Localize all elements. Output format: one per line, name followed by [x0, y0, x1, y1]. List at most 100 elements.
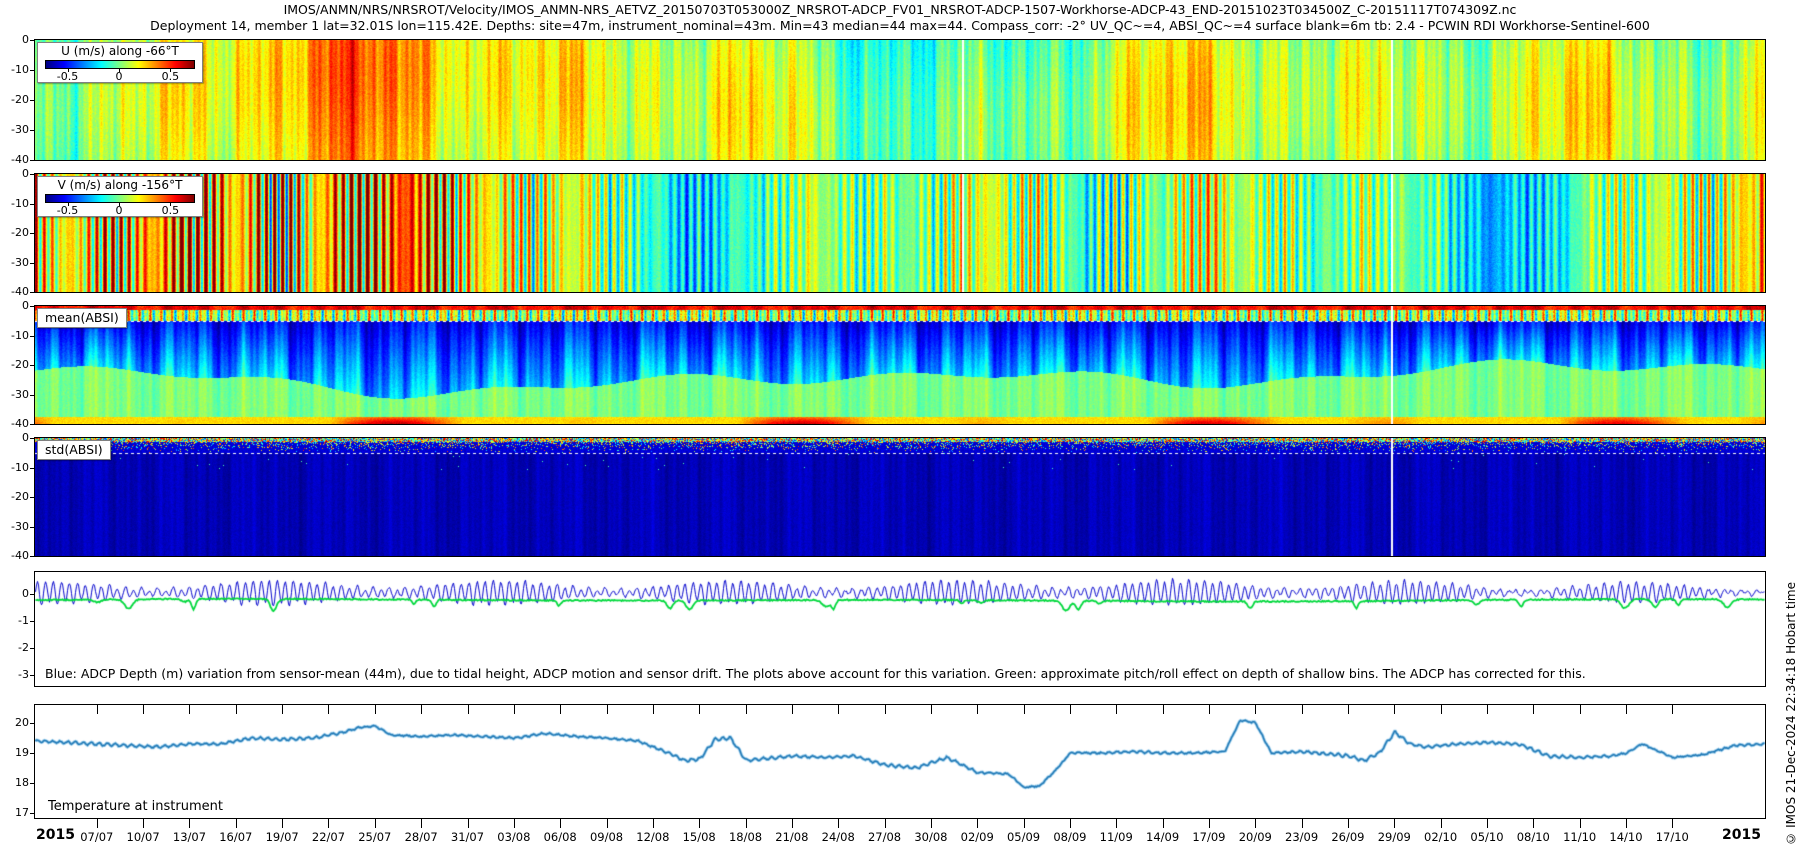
- x-tick-mark-top-inside: [931, 705, 932, 714]
- x-tick-label: 05/10: [1470, 830, 1503, 844]
- x-tick-mark-top-inside: [1672, 705, 1673, 714]
- x-tick-mark-top-inside: [560, 705, 561, 714]
- x-tick-label: 11/10: [1563, 830, 1596, 844]
- x-tick-mark-bottom: [1487, 819, 1488, 828]
- panel-v-velocity-heatmap: V (m/s) along -156°T -0.5 0 0.5: [34, 173, 1766, 293]
- x-tick-mark-bottom: [1533, 819, 1534, 828]
- y-tick-mark: [30, 753, 34, 754]
- x-tick-label: 30/08: [914, 830, 947, 844]
- y-tick-mark: [30, 648, 34, 649]
- x-tick-mark-top-inside: [1070, 705, 1071, 714]
- x-tick-mark-top-inside: [1626, 705, 1627, 714]
- y-tick-label: -3: [2, 668, 29, 681]
- y-tick-mark: [30, 130, 34, 131]
- x-tick-label: 29/09: [1378, 830, 1411, 844]
- y-tick-mark: [30, 675, 34, 676]
- panel-depth-variation: Blue: ADCP Depth (m) variation from sens…: [34, 571, 1766, 687]
- legend-u-velocity: U (m/s) along -66°T -0.5 0 0.5: [37, 42, 203, 83]
- x-tick-mark-bottom: [143, 819, 144, 828]
- x-tick-mark-top-inside: [1116, 705, 1117, 714]
- x-tick-mark-top-inside: [143, 705, 144, 714]
- x-tick-label: 23/09: [1285, 830, 1318, 844]
- x-tick-label: 27/08: [868, 830, 901, 844]
- y-tick-label: 17: [2, 806, 29, 819]
- u-velocity-heatmap-canvas: [35, 40, 1765, 160]
- x-tick-mark-top-inside: [653, 705, 654, 714]
- depth-variation-caption: Blue: ADCP Depth (m) variation from sens…: [45, 666, 1586, 681]
- x-tick-mark-bottom: [1441, 819, 1442, 828]
- y-tick-mark: [30, 365, 34, 366]
- x-tick-label: 03/08: [497, 830, 530, 844]
- y-tick-label: -10: [2, 63, 29, 76]
- y-tick-label: -20: [2, 93, 29, 106]
- y-tick-mark: [30, 70, 34, 71]
- x-axis-year-left: 2015: [36, 827, 75, 843]
- figure-title-filename: IMOS/ANMN/NRS/NRSROT/Velocity/IMOS_ANMN-…: [0, 2, 1800, 17]
- panel-std-absi-heatmap: std(ABSI): [34, 437, 1766, 557]
- x-tick-label: 31/07: [451, 830, 484, 844]
- y-tick-label: -40: [2, 549, 29, 562]
- colorbar-v-tick-label: 0.5: [162, 204, 180, 217]
- x-tick-mark-top-inside: [282, 705, 283, 714]
- y-tick-mark: [30, 813, 34, 814]
- legend-v-velocity: V (m/s) along -156°T -0.5 0 0.5: [37, 176, 203, 217]
- x-tick-mark-top-inside: [421, 705, 422, 714]
- y-tick-label: -1: [2, 614, 29, 627]
- x-tick-mark-bottom: [282, 819, 283, 828]
- imos-watermark: © IMOS 21-Dec-2024 22:34:18 Hobart time: [1784, 582, 1798, 846]
- x-tick-mark-bottom: [97, 819, 98, 828]
- y-tick-mark: [30, 100, 34, 101]
- y-tick-mark: [30, 40, 34, 41]
- x-tick-label: 15/08: [683, 830, 716, 844]
- y-tick-label: 0: [2, 167, 29, 180]
- y-tick-mark: [30, 723, 34, 724]
- y-tick-label: -20: [2, 358, 29, 371]
- x-tick-mark-bottom: [699, 819, 700, 828]
- x-tick-mark-bottom: [838, 819, 839, 828]
- x-tick-label: 20/09: [1239, 830, 1272, 844]
- y-tick-label: -30: [2, 123, 29, 136]
- x-tick-mark-top-inside: [1302, 705, 1303, 714]
- y-tick-mark: [30, 424, 34, 425]
- y-tick-mark: [30, 594, 34, 595]
- x-tick-mark-bottom: [885, 819, 886, 828]
- y-tick-mark: [30, 263, 34, 264]
- y-tick-mark: [30, 395, 34, 396]
- x-tick-label: 19/07: [266, 830, 299, 844]
- y-tick-mark: [30, 233, 34, 234]
- y-tick-mark: [30, 160, 34, 161]
- y-tick-label: -40: [2, 153, 29, 166]
- x-tick-label: 17/10: [1656, 830, 1689, 844]
- x-tick-mark-bottom: [931, 819, 932, 828]
- colorbar-u-tick-label: 0: [116, 70, 123, 83]
- y-tick-mark: [30, 783, 34, 784]
- x-tick-mark-top-inside: [97, 705, 98, 714]
- x-tick-label: 02/09: [961, 830, 994, 844]
- y-tick-label: -40: [2, 285, 29, 298]
- y-tick-label: -20: [2, 490, 29, 503]
- x-tick-label: 06/08: [544, 830, 577, 844]
- x-tick-mark-top-inside: [1580, 705, 1581, 714]
- y-tick-label: -10: [2, 329, 29, 342]
- x-tick-mark-top-inside: [468, 705, 469, 714]
- x-tick-mark-top-inside: [1487, 705, 1488, 714]
- x-tick-mark-bottom: [653, 819, 654, 828]
- y-tick-mark: [30, 174, 34, 175]
- x-tick-mark-top-inside: [328, 705, 329, 714]
- y-tick-label: 19: [2, 746, 29, 759]
- panel-u-velocity-heatmap: U (m/s) along -66°T -0.5 0 0.5: [34, 39, 1766, 161]
- x-tick-mark-bottom: [375, 819, 376, 828]
- x-tick-label: 07/07: [80, 830, 113, 844]
- label-mean-absi: mean(ABSI): [37, 308, 127, 328]
- x-tick-mark-top-inside: [189, 705, 190, 714]
- x-tick-mark-top-inside: [1394, 705, 1395, 714]
- x-tick-mark-bottom: [1024, 819, 1025, 828]
- x-tick-mark-top-inside: [1024, 705, 1025, 714]
- x-tick-label: 12/08: [636, 830, 669, 844]
- x-tick-label: 05/09: [1007, 830, 1040, 844]
- x-tick-mark-top-inside: [699, 705, 700, 714]
- x-tick-mark-bottom: [1209, 819, 1210, 828]
- legend-v-title: V (m/s) along -156°T: [38, 178, 202, 192]
- label-std-absi: std(ABSI): [37, 440, 111, 460]
- x-tick-mark-bottom: [1672, 819, 1673, 828]
